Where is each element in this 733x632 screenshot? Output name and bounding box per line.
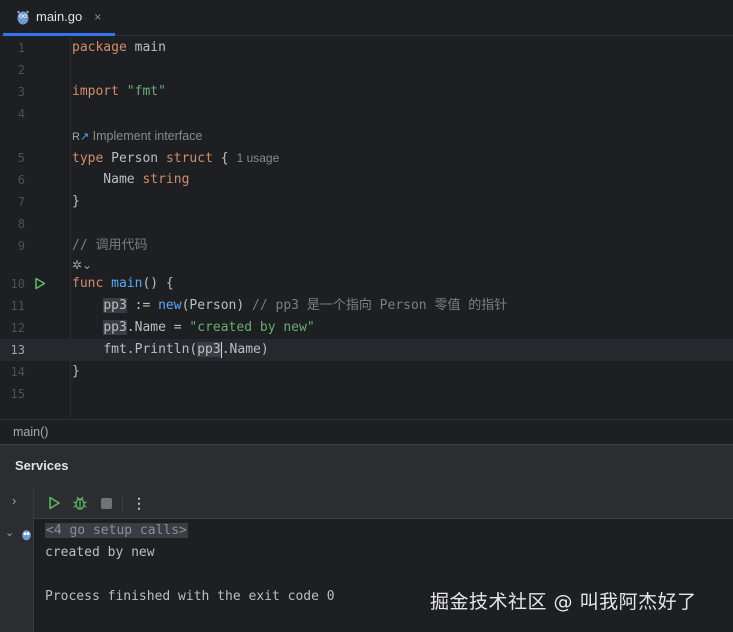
code-token: fmt.Println( bbox=[103, 342, 198, 357]
line-number: 9 bbox=[17, 239, 25, 253]
more-options-button[interactable]: ⋮ bbox=[130, 494, 148, 512]
code-token: main bbox=[126, 40, 166, 55]
line-number: 6 bbox=[17, 173, 25, 187]
watermark: 掘金技术社区 @ 叫我阿杰好了 bbox=[430, 591, 697, 613]
services-toolbar: ⋮ bbox=[34, 486, 733, 519]
line-number: 7 bbox=[17, 195, 25, 209]
code-line: 9 // 调用代码 bbox=[0, 235, 733, 257]
chevron-down-icon[interactable]: ⌄ bbox=[5, 526, 14, 539]
code-token: func bbox=[72, 276, 104, 291]
code-token: Name bbox=[72, 172, 143, 187]
code-line: 3 import "fmt" bbox=[0, 81, 733, 103]
code-line: 5 type Person struct {1 usage bbox=[0, 147, 733, 169]
code-comment: // pp3 是一个指向 Person 零值 的指针 bbox=[252, 298, 508, 313]
code-line: 6 Name string bbox=[0, 169, 733, 191]
code-line-current: 13 fmt.Println(pp3.Name) bbox=[0, 339, 733, 361]
code-line: 14 } bbox=[0, 361, 733, 383]
ai-action-hint[interactable]: ✲⌄ bbox=[72, 256, 92, 274]
code-token: .Name) bbox=[221, 342, 269, 357]
close-icon[interactable]: × bbox=[94, 10, 101, 24]
code-line: 8 bbox=[0, 213, 733, 235]
more-vertical-icon: ⋮ bbox=[132, 495, 146, 511]
code-line: 2 bbox=[0, 59, 733, 81]
services-tree: › ⌄ bbox=[0, 486, 34, 632]
bug-icon bbox=[73, 496, 87, 510]
line-number: 4 bbox=[17, 107, 25, 121]
code-token: new bbox=[158, 298, 182, 313]
code-token: } bbox=[72, 364, 80, 379]
implement-interface-icon: R↗ bbox=[72, 131, 90, 143]
code-line: 4 bbox=[0, 103, 733, 125]
setup-calls-fold[interactable]: <4 go setup calls> bbox=[45, 523, 188, 538]
gopher-file-icon bbox=[17, 10, 29, 24]
code-token: (Person) bbox=[181, 298, 253, 313]
tab-label: main.go bbox=[36, 9, 83, 24]
code-token: Person bbox=[103, 151, 166, 166]
play-icon bbox=[49, 496, 60, 510]
code-line: 12 pp3.Name = "created by new" bbox=[0, 317, 733, 339]
code-line: 1 package main bbox=[0, 37, 733, 59]
console-line: <4 go setup calls> bbox=[45, 520, 188, 542]
editor-tab-bar: main.go × bbox=[0, 0, 733, 36]
line-number: 14 bbox=[10, 365, 25, 379]
usage-hint[interactable]: 1 usage bbox=[237, 151, 280, 165]
chevron-right-icon[interactable]: › bbox=[12, 493, 16, 508]
code-line: 7 } bbox=[0, 191, 733, 213]
code-token: () { bbox=[142, 276, 174, 291]
line-number: 15 bbox=[10, 387, 25, 401]
code-token: main bbox=[111, 276, 143, 291]
stop-button[interactable] bbox=[97, 494, 115, 512]
code-comment: // 调用代码 bbox=[72, 238, 148, 253]
gopher-service-icon[interactable] bbox=[21, 528, 32, 541]
code-token: import bbox=[72, 84, 119, 99]
code-line: 10 func main() { bbox=[0, 273, 733, 295]
line-number: 2 bbox=[17, 63, 25, 77]
code-token: .Name = bbox=[126, 320, 190, 335]
tab-main-go[interactable]: main.go × bbox=[3, 0, 115, 36]
line-number: 1 bbox=[17, 41, 25, 55]
code-token: "created by new" bbox=[189, 320, 315, 335]
line-number: 10 bbox=[10, 277, 25, 291]
implement-interface-hint[interactable]: R↗ Implement interface bbox=[72, 127, 202, 145]
stop-icon bbox=[100, 497, 112, 509]
debug-button[interactable] bbox=[71, 494, 89, 512]
hint-label: Implement interface bbox=[92, 129, 203, 143]
console-output[interactable]: <4 go setup calls> created by new Proces… bbox=[34, 519, 733, 632]
code-editor[interactable]: 1 package main 2 3 import "fmt" 4 R↗ Imp… bbox=[0, 37, 733, 418]
line-number: 8 bbox=[17, 217, 25, 231]
code-line: 11 pp3 := new(Person) // pp3 是一个指向 Perso… bbox=[0, 295, 733, 317]
code-token: type bbox=[72, 151, 104, 166]
code-token: pp3 bbox=[103, 298, 127, 313]
code-token: struct bbox=[165, 151, 213, 166]
breadcrumb[interactable]: main() bbox=[0, 419, 733, 443]
code-token: { bbox=[212, 151, 229, 166]
line-number: 11 bbox=[10, 299, 25, 313]
code-token: "fmt" bbox=[126, 84, 166, 99]
code-line: 15 bbox=[0, 383, 733, 405]
run-icon[interactable] bbox=[34, 277, 46, 290]
line-number: 13 bbox=[10, 343, 25, 357]
services-panel-title: Services bbox=[0, 444, 733, 486]
code-token: pp3 bbox=[197, 342, 221, 357]
line-number: 3 bbox=[17, 85, 25, 99]
code-token: pp3 bbox=[103, 320, 127, 335]
line-number: 5 bbox=[17, 151, 25, 165]
code-token: := bbox=[126, 298, 159, 313]
code-token: } bbox=[72, 194, 80, 209]
code-token: string bbox=[142, 172, 190, 187]
toolbar-divider bbox=[122, 494, 123, 512]
console-line: Process finished with the exit code 0 bbox=[45, 589, 335, 604]
line-number: 12 bbox=[10, 321, 25, 335]
ai-assistant-icon: ✲⌄ bbox=[72, 258, 93, 272]
code-token: package bbox=[72, 40, 127, 55]
console-line: created by new bbox=[45, 545, 155, 560]
rerun-button[interactable] bbox=[45, 494, 63, 512]
